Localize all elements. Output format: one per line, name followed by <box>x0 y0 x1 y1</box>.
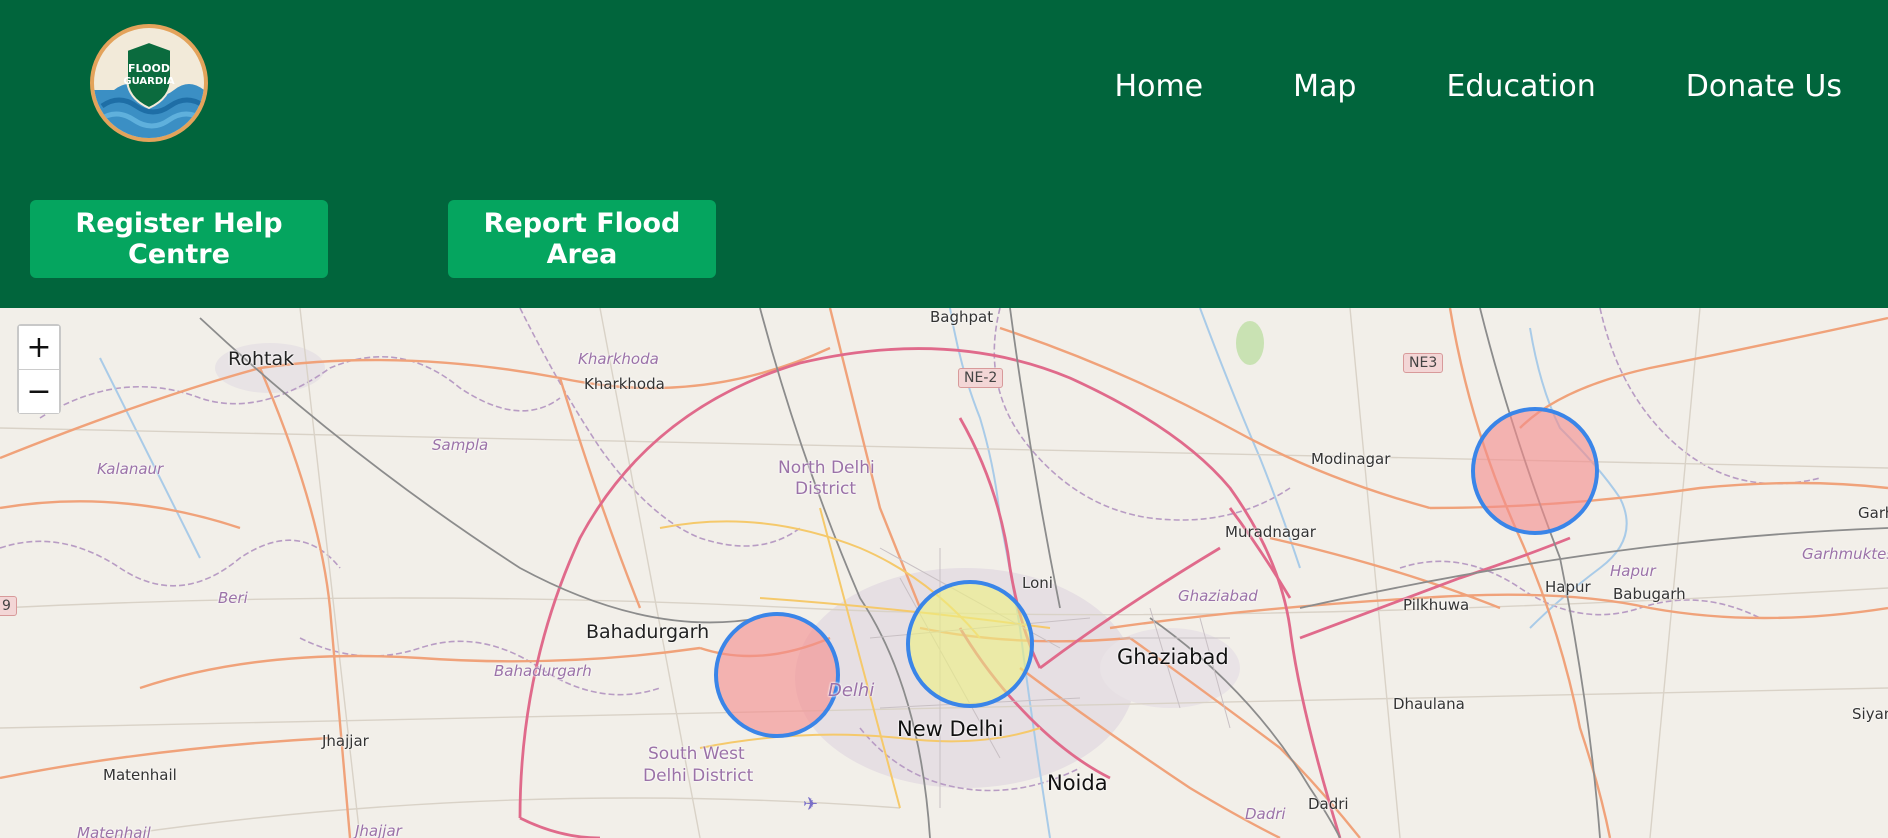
label-new-delhi: New Delhi <box>897 717 1004 741</box>
label-kharkhoda: Kharkhoda <box>584 375 665 393</box>
label-garh: Garh <box>1858 504 1888 522</box>
nav-donate[interactable]: Donate Us <box>1686 62 1842 112</box>
label-bahadurgarh: Bahadurgarh <box>586 621 710 643</box>
label-matenhail: Matenhail <box>103 766 177 784</box>
label-garhmukteshwar: Garhmuktesh <box>1802 545 1888 563</box>
label-beri: Beri <box>218 589 248 607</box>
label-jhajjar: Jhajjar <box>322 732 369 750</box>
flood-guardia-logo[interactable]: FLOOD GUARDIA <box>90 24 208 142</box>
label-siyana: Siyan <box>1852 705 1888 723</box>
register-help-centre-button[interactable]: Register Help Centre <box>30 200 328 278</box>
label-muradnagar: Muradnagar <box>1225 523 1316 541</box>
flood-zone-central-delhi[interactable] <box>906 580 1034 708</box>
zoom-control: + − <box>17 324 61 414</box>
highway-shield-ne3: NE3 <box>1403 353 1444 373</box>
main-nav: Home Map Education Donate Us <box>1025 62 1842 112</box>
app-header: FLOOD GUARDIA Home Map Education Donate … <box>0 0 1888 308</box>
nav-education[interactable]: Education <box>1446 62 1595 112</box>
logo-text-1: FLOOD <box>128 62 170 75</box>
highway-shield-edge: 9 <box>0 596 17 616</box>
label-pilkhuwa: Pilkhuwa <box>1403 596 1470 614</box>
logo-emblem-icon: FLOOD GUARDIA <box>94 40 204 138</box>
label-dhaulana: Dhaulana <box>1393 695 1465 713</box>
label-kalanaur: Kalanaur <box>97 460 164 478</box>
label-ghaziabad: Ghaziabad <box>1117 645 1229 669</box>
label-north-delhi-2: District <box>795 479 857 499</box>
label-loni: Loni <box>1022 574 1053 592</box>
label-sampla: Sampla <box>432 436 489 454</box>
label-south-west-1: South West <box>648 744 745 764</box>
label-babugarh: Babugarh <box>1613 585 1686 603</box>
logo-text-2: GUARDIA <box>123 76 174 87</box>
label-matenhail-district: Matenhail <box>77 824 151 838</box>
map-base-layer: ✈ <box>0 308 1888 838</box>
flood-zone-hapur[interactable] <box>1471 407 1599 535</box>
label-hapur: Hapur <box>1545 578 1591 596</box>
flood-zone-south-west-delhi[interactable] <box>714 612 840 738</box>
label-rohtak: Rohtak <box>228 348 295 370</box>
label-baghpat: Baghpat <box>930 308 994 326</box>
label-bahadurgarh-district: Bahadurgarh <box>494 662 592 680</box>
label-south-west-2: Delhi District <box>643 766 754 786</box>
label-noida: Noida <box>1047 771 1108 795</box>
label-jhajjar-district: Jhajjar <box>355 822 402 838</box>
airport-icon: ✈ <box>803 794 818 815</box>
label-modinagar: Modinagar <box>1311 450 1391 468</box>
flood-map[interactable]: ✈ NE-2 NE3 9 Baghpat Rohtak Kharkhoda Kh… <box>0 308 1888 838</box>
label-north-delhi-1: North Delhi <box>778 458 875 478</box>
nav-home[interactable]: Home <box>1115 62 1204 112</box>
label-dadri: Dadri <box>1308 795 1349 813</box>
label-ghaziabad-district: Ghaziabad <box>1178 587 1258 605</box>
label-dadri-district: Dadri <box>1245 805 1286 823</box>
zoom-in-button[interactable]: + <box>19 326 59 369</box>
label-delhi: Delhi <box>828 680 875 701</box>
report-flood-area-button[interactable]: Report Flood Area <box>448 200 716 278</box>
label-kharkhoda-district: Kharkhoda <box>578 350 659 368</box>
zoom-out-button[interactable]: − <box>19 370 59 413</box>
nav-map[interactable]: Map <box>1293 62 1356 112</box>
highway-shield-ne2: NE-2 <box>958 368 1004 388</box>
label-hapur-district: Hapur <box>1610 562 1656 580</box>
